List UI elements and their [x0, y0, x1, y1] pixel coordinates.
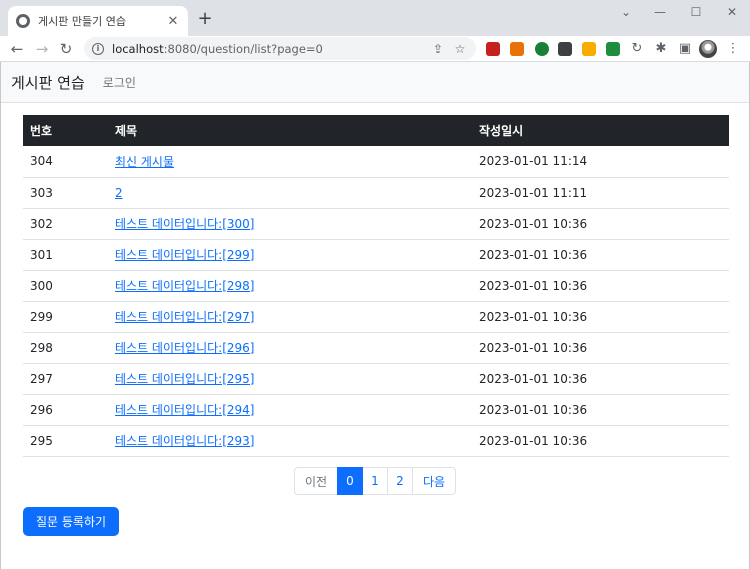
table-row: 296 테스트 데이터입니다:[294] 2023-01-01 10:36 [23, 394, 729, 426]
question-title-link[interactable]: 테스트 데이터입니다:[293] [115, 434, 255, 448]
extension-green-icon[interactable] [535, 42, 549, 56]
browser-tabstrip: 게시판 만들기 연습 ✕ + ⌄ — ☐ ✕ [0, 0, 750, 36]
prev-page-button[interactable]: 이전 [294, 467, 338, 495]
table-row: 301 테스트 데이터입니다:[299] 2023-01-01 10:36 [23, 239, 729, 271]
row-date: 2023-01-01 10:36 [472, 425, 729, 457]
more-menu-icon[interactable]: ⋮ [724, 40, 742, 58]
row-title-cell: 테스트 데이터입니다:[296] [108, 332, 472, 364]
page-content: 게시판 연습 로그인 번호 제목 작성일시 304 최신 게시물 2023-01-0… [0, 62, 750, 569]
reload-icon[interactable]: ↻ [56, 39, 76, 59]
row-title-cell: 테스트 데이터입니다:[299] [108, 239, 472, 271]
question-title-link[interactable]: 테스트 데이터입니다:[295] [115, 372, 255, 386]
table-row: 304 최신 게시물 2023-01-01 11:14 [23, 146, 729, 178]
url-text[interactable]: localhost:8080/question/list?page=0 [112, 42, 424, 56]
minimize-button[interactable]: — [640, 0, 680, 24]
question-title-link[interactable]: 테스트 데이터입니다:[296] [115, 341, 255, 355]
extension-orange-icon[interactable] [510, 42, 524, 56]
row-number: 299 [23, 301, 108, 333]
address-bar[interactable]: i localhost:8080/question/list?page=0 ⇪ … [84, 37, 476, 60]
row-number: 297 [23, 363, 108, 395]
question-title-link[interactable]: 테스트 데이터입니다:[299] [115, 248, 255, 262]
table-row: 297 테스트 데이터입니다:[295] 2023-01-01 10:36 [23, 363, 729, 395]
table-row: 298 테스트 데이터입니다:[296] 2023-01-01 10:36 [23, 332, 729, 364]
extension-yellow-icon[interactable] [582, 42, 596, 56]
row-number: 304 [23, 146, 108, 178]
site-info-icon[interactable]: i [92, 42, 104, 55]
row-number: 296 [23, 394, 108, 426]
row-date: 2023-01-01 10:36 [472, 270, 729, 302]
browser-tab[interactable]: 게시판 만들기 연습 ✕ [8, 6, 188, 36]
bookmark-star-icon[interactable]: ☆ [452, 42, 468, 56]
table-row: 303 2 2023-01-01 11:11 [23, 177, 729, 209]
row-title-cell: 테스트 데이터입니다:[295] [108, 363, 472, 395]
close-window-button[interactable]: ✕ [712, 0, 750, 24]
row-date: 2023-01-01 10:36 [472, 301, 729, 333]
puzzle-extensions-icon[interactable]: ✱ [652, 40, 670, 58]
pagination: 이전 0 1 2 다음 [294, 467, 456, 495]
extension-dark-icon[interactable] [558, 42, 572, 56]
table-header-row: 번호 제목 작성일시 [23, 115, 729, 146]
row-number: 298 [23, 332, 108, 364]
row-date: 2023-01-01 10:36 [472, 363, 729, 395]
row-date: 2023-01-01 10:36 [472, 332, 729, 364]
extension-screen-icon[interactable] [606, 42, 620, 56]
back-arrow-icon[interactable]: ← [7, 39, 27, 59]
site-navbar: 게시판 연습 로그인 [1, 62, 749, 103]
profile-avatar[interactable] [699, 40, 717, 58]
share-icon[interactable]: ⇪ [430, 42, 446, 56]
table-row: 295 테스트 데이터입니다:[293] 2023-01-01 10:36 [23, 425, 729, 457]
navbar-brand[interactable]: 게시판 연습 [11, 72, 85, 93]
question-title-link[interactable]: 최신 게시물 [115, 155, 174, 169]
row-number: 300 [23, 270, 108, 302]
table-row: 302 테스트 데이터입니다:[300] 2023-01-01 10:36 [23, 208, 729, 240]
row-date: 2023-01-01 10:36 [472, 239, 729, 271]
row-number: 295 [23, 425, 108, 457]
row-title-cell: 테스트 데이터입니다:[300] [108, 208, 472, 240]
row-number: 303 [23, 177, 108, 209]
row-date: 2023-01-01 10:36 [472, 394, 729, 426]
next-page-button[interactable]: 다음 [412, 467, 456, 495]
row-title-cell: 2 [108, 177, 472, 209]
tab-title: 게시판 만들기 연습 [38, 15, 126, 28]
question-title-link[interactable]: 테스트 데이터입니다:[298] [115, 279, 255, 293]
extension-red-icon[interactable] [486, 42, 500, 56]
row-title-cell: 테스트 데이터입니다:[294] [108, 394, 472, 426]
header-date: 작성일시 [472, 115, 729, 146]
page-2-button[interactable]: 2 [387, 467, 413, 495]
page-0-button[interactable]: 0 [337, 467, 363, 495]
login-link[interactable]: 로그인 [103, 74, 136, 91]
question-title-link[interactable]: 2 [115, 186, 123, 200]
page-1-button[interactable]: 1 [362, 467, 388, 495]
row-date: 2023-01-01 11:14 [472, 146, 729, 178]
row-date: 2023-01-01 10:36 [472, 208, 729, 240]
new-tab-button[interactable]: + [194, 8, 216, 30]
header-title: 제목 [108, 115, 472, 146]
refresh-extension-icon[interactable]: ↻ [628, 40, 646, 58]
row-title-cell: 테스트 데이터입니다:[298] [108, 270, 472, 302]
question-title-link[interactable]: 테스트 데이터입니다:[294] [115, 403, 255, 417]
row-title-cell: 최신 게시물 [108, 146, 472, 178]
row-date: 2023-01-01 11:11 [472, 177, 729, 209]
globe-icon [16, 14, 30, 28]
close-tab-icon[interactable]: ✕ [166, 14, 180, 29]
row-number: 302 [23, 208, 108, 240]
maximize-button[interactable]: ☐ [676, 0, 716, 24]
table-row: 299 테스트 데이터입니다:[297] 2023-01-01 10:36 [23, 301, 729, 333]
side-panel-icon[interactable]: ▣ [676, 40, 694, 58]
question-title-link[interactable]: 테스트 데이터입니다:[300] [115, 217, 255, 231]
browser-toolbar: ← → ↻ i localhost:8080/question/list?pag… [0, 36, 750, 62]
forward-arrow-icon[interactable]: → [32, 39, 52, 59]
row-title-cell: 테스트 데이터입니다:[293] [108, 425, 472, 457]
row-title-cell: 테스트 데이터입니다:[297] [108, 301, 472, 333]
row-number: 301 [23, 239, 108, 271]
header-number: 번호 [23, 115, 108, 146]
table-row: 300 테스트 데이터입니다:[298] 2023-01-01 10:36 [23, 270, 729, 302]
create-question-button[interactable]: 질문 등록하기 [23, 507, 119, 536]
question-table: 번호 제목 작성일시 304 최신 게시물 2023-01-01 11:14 303 2… [23, 115, 729, 457]
question-title-link[interactable]: 테스트 데이터입니다:[297] [115, 310, 255, 324]
